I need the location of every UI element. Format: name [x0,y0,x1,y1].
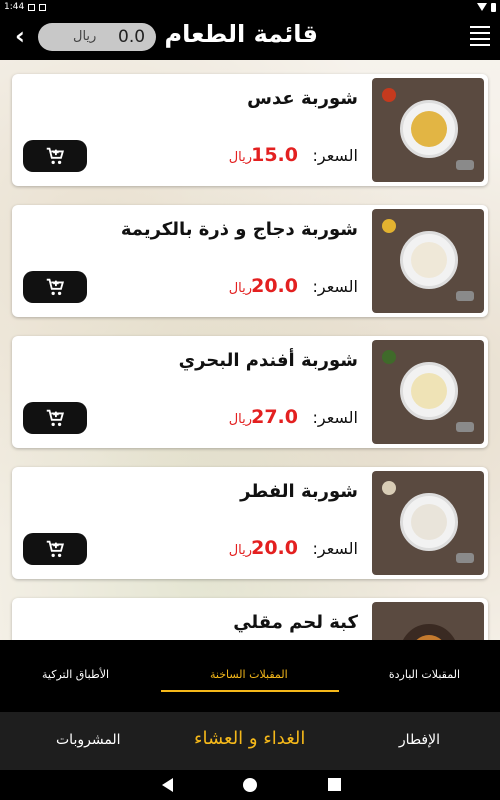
status-time: 1:44 [4,2,25,12]
app-bar: ‹ ريال 0.0 قائمة الطعام [0,14,500,60]
menu-item-card[interactable]: شوربة أفندم البحري السعر: 27.0 ريال [12,336,488,448]
dish-name: شوربة دجاج و ذرة بالكريمة [120,219,358,240]
nav-back-icon[interactable] [162,778,173,792]
tab-lunch-dinner[interactable]: الغداء و العشاء [194,728,305,749]
dish-image [372,78,484,182]
price-currency: ريال [228,543,252,558]
add-to-cart-button[interactable] [23,271,87,303]
soup-fill [411,242,447,278]
add-to-cart-button[interactable] [23,533,87,565]
cart-total-pill[interactable]: ريال 0.0 [38,23,156,51]
menu-icon[interactable] [470,26,490,46]
notification-icon [28,3,36,11]
back-arrow-icon[interactable]: ‹ [8,22,32,50]
price-label: السعر: [312,146,358,165]
add-to-cart-icon [46,147,65,165]
cart-amount: 0.0 [118,27,146,47]
soup-fill [411,635,447,640]
price-currency: ريال [228,412,252,427]
dish-name: شوربة أفندم البحري [178,350,358,371]
price-currency: ريال [228,150,252,165]
add-to-cart-button[interactable] [23,402,87,434]
dish-image [372,602,484,640]
soup-fill [411,373,447,409]
dish-price: 15.0 [251,144,298,166]
dish-name: كبة لحم مقلي [233,612,358,633]
tab-hot-appetizers[interactable]: المقبلات الساخنة [210,668,288,681]
battery-icon [491,2,496,12]
system-nav-bar [0,770,500,800]
status-bar: 1:44 [0,0,500,14]
dish-price: 20.0 [251,275,298,297]
tab-drinks[interactable]: المشروبات [56,732,121,748]
add-to-cart-button[interactable] [23,140,87,172]
price-label: السعر: [312,539,358,558]
nav-recents-icon[interactable] [328,778,341,791]
sim-icon [39,3,47,11]
add-to-cart-icon [46,540,65,558]
section-tabs: الإفطار الغداء و العشاء المشروبات [0,712,500,770]
tab-cold-appetizers[interactable]: المقبلات الباردة [389,668,460,681]
add-to-cart-icon [46,409,65,427]
price-currency: ريال [228,281,252,296]
category-tabs: المقبلات الباردة المقبلات الساخنة الأطبا… [0,640,500,712]
dish-price: 27.0 [251,406,298,428]
price-label: السعر: [312,277,358,296]
menu-item-card[interactable]: شوربة الفطر السعر: 20.0 ريال [12,467,488,579]
wifi-icon [477,3,487,11]
dish-image [372,340,484,444]
add-to-cart-icon [46,278,65,296]
tab-breakfast[interactable]: الإفطار [399,732,440,748]
menu-item-card[interactable]: شوربة دجاج و ذرة بالكريمة السعر: 20.0 ري… [12,205,488,317]
dish-image [372,209,484,313]
dish-image [372,471,484,575]
tab-turkish-dishes[interactable]: الأطباق التركية [42,668,109,681]
menu-item-card[interactable]: كبة لحم مقلي [12,598,488,640]
menu-item-card[interactable]: شوربة عدس السعر: 15.0 ريال [12,74,488,186]
active-tab-indicator [161,690,339,692]
cart-currency: ريال [73,29,97,44]
dish-name: شوربة عدس [247,88,358,109]
menu-list[interactable]: شوربة عدس السعر: 15.0 ريال شوربة دجاج و … [0,60,500,640]
soup-fill [411,111,447,147]
soup-fill [411,504,447,540]
dish-name: شوربة الفطر [240,481,358,502]
price-label: السعر: [312,408,358,427]
page-title: قائمة الطعام [164,20,318,48]
nav-home-icon[interactable] [243,778,257,792]
dish-price: 20.0 [251,537,298,559]
